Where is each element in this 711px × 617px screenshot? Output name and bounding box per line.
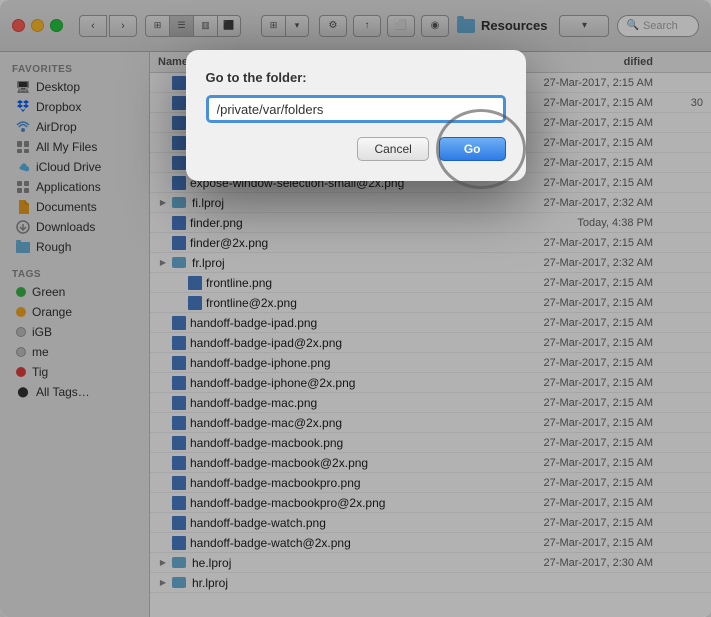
modal-buttons: Cancel Go bbox=[206, 137, 506, 161]
cancel-button[interactable]: Cancel bbox=[357, 137, 428, 161]
modal-overlay: Go to the folder: Cancel Go bbox=[0, 0, 711, 617]
finder-window: ‹ › ⊞ ☰ ▥ ⬛ ⊞ ▾ ⚙ ↑ ⬜ ◉ Resources bbox=[0, 0, 711, 617]
goto-folder-modal: Go to the folder: Cancel Go bbox=[186, 50, 526, 181]
goto-folder-input[interactable] bbox=[206, 95, 506, 123]
modal-title: Go to the folder: bbox=[206, 70, 506, 85]
go-button[interactable]: Go bbox=[439, 137, 506, 161]
